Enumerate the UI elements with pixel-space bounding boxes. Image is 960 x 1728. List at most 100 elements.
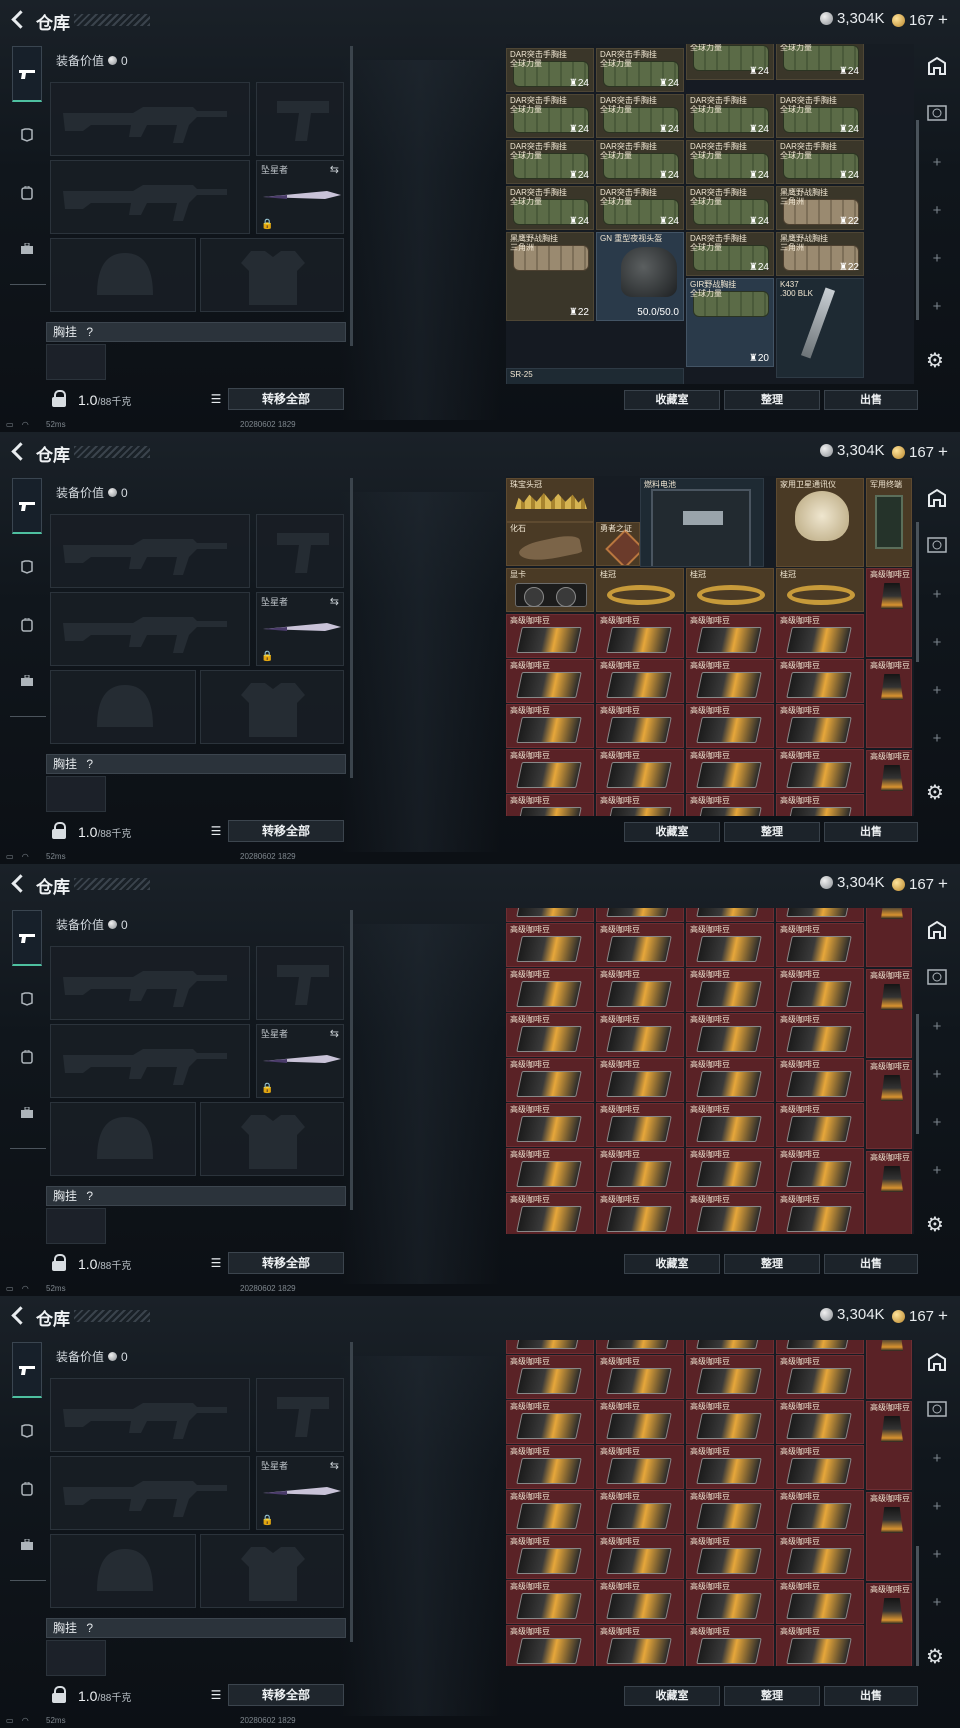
inventory-item[interactable]: 高级咖啡豆: [596, 1193, 684, 1234]
inventory-item[interactable]: 高级咖啡豆: [686, 614, 774, 658]
inventory-item[interactable]: 高级咖啡豆: [506, 1148, 594, 1192]
inventory-item[interactable]: DAR突击手胸挂 全球力量♜24: [506, 140, 594, 184]
settings-gear-icon[interactable]: ⚙: [922, 1644, 948, 1670]
inventory-item[interactable]: 高级咖啡豆: [776, 1355, 864, 1399]
gold-currency[interactable]: 167 +: [892, 1306, 948, 1326]
inventory-item[interactable]: 高级咖啡豆: [506, 1013, 594, 1057]
transfer-all-button[interactable]: 转移全部: [228, 1252, 344, 1274]
inventory-scrollbar[interactable]: [916, 522, 919, 662]
backpack-tab[interactable]: [12, 1042, 42, 1072]
inventory-item[interactable]: 高级咖啡豆: [506, 1625, 594, 1666]
inventory-item[interactable]: 高级咖啡豆: [776, 1625, 864, 1666]
toolbox-tab[interactable]: [12, 234, 42, 264]
inventory-item[interactable]: 高级咖啡豆: [686, 1625, 774, 1666]
inventory-item[interactable]: 高级咖啡豆: [866, 1151, 912, 1234]
inventory-item[interactable]: 高级咖啡豆: [686, 1490, 774, 1534]
inventory-item[interactable]: 高级咖啡豆: [506, 968, 594, 1012]
inventory-item[interactable]: 桂冠: [686, 568, 774, 612]
helmet-slot[interactable]: [50, 1534, 196, 1608]
back-arrow-icon[interactable]: [8, 1305, 30, 1327]
weapon-tab[interactable]: [12, 478, 42, 534]
inventory-item[interactable]: 高级咖啡豆: [776, 1148, 864, 1192]
knife-slot[interactable]: 坠星者 ⇆ 🔒: [256, 160, 344, 234]
body-armor-slot[interactable]: [200, 670, 344, 744]
inventory-item[interactable]: K437 .300 BLK: [776, 278, 864, 378]
backpack-tab[interactable]: [12, 610, 42, 640]
inventory-item[interactable]: 高级咖啡豆: [776, 1013, 864, 1057]
inventory-item[interactable]: DAR突击手胸挂 全球力量♜24: [596, 94, 684, 138]
inventory-item[interactable]: 高级咖啡豆: [686, 1355, 774, 1399]
secondary-weapon-slot[interactable]: [50, 160, 250, 234]
add-currency-icon[interactable]: +: [938, 1306, 948, 1326]
inventory-item[interactable]: 高级咖啡豆: [596, 1535, 684, 1579]
sell-button[interactable]: 出售: [824, 1254, 918, 1274]
warehouse-main-icon[interactable]: [926, 1352, 948, 1374]
inventory-item[interactable]: 高级咖啡豆: [596, 908, 684, 922]
add-currency-icon[interactable]: +: [938, 874, 948, 894]
collection-room-button[interactable]: 收藏室: [624, 822, 720, 842]
inventory-item[interactable]: 燃料电池: [640, 478, 764, 567]
inventory-item[interactable]: DAR突击手胸挂 全球力量♜24: [686, 94, 774, 138]
inventory-item[interactable]: 高级咖啡豆: [776, 923, 864, 967]
equipment-scrollbar[interactable]: [350, 46, 353, 346]
add-warehouse-icon[interactable]: +: [926, 1544, 948, 1566]
inventory-item[interactable]: 高级咖啡豆: [506, 1580, 594, 1624]
inventory-item[interactable]: DAR突击手胸挂 全球力量♜24: [686, 186, 774, 230]
primary-weapon-slot[interactable]: [50, 946, 250, 1020]
inventory-item[interactable]: 高级咖啡豆: [596, 794, 684, 816]
backpack-tab[interactable]: [12, 1474, 42, 1504]
body-armor-slot[interactable]: [200, 1534, 344, 1608]
warehouse-secondary-icon[interactable]: [926, 536, 948, 558]
inventory-item[interactable]: 高级咖啡豆: [686, 794, 774, 816]
back-arrow-icon[interactable]: [8, 873, 30, 895]
add-warehouse-icon[interactable]: +: [926, 248, 948, 270]
add-warehouse-icon[interactable]: +: [926, 1016, 948, 1038]
chest-rig-help-icon[interactable]: ?: [86, 1189, 93, 1203]
add-warehouse-icon[interactable]: +: [926, 1448, 948, 1470]
chest-rig-help-icon[interactable]: ?: [86, 325, 93, 339]
knife-slot[interactable]: 坠星者 ⇆ 🔒: [256, 592, 344, 666]
inventory-scrollbar[interactable]: [916, 1546, 919, 1666]
inventory-item[interactable]: 高级咖啡豆: [686, 1340, 774, 1354]
inventory-item[interactable]: 高级咖啡豆: [776, 1103, 864, 1147]
armor-tab[interactable]: [12, 984, 42, 1014]
gold-currency[interactable]: 167 +: [892, 10, 948, 30]
equipment-scrollbar[interactable]: [350, 1342, 353, 1642]
helmet-slot[interactable]: [50, 1102, 196, 1176]
inventory-item[interactable]: GIR野战胸挂 全球力量 ♜20: [686, 278, 774, 367]
inventory-item[interactable]: 高级咖啡豆: [596, 1103, 684, 1147]
add-warehouse-icon[interactable]: +: [926, 1160, 948, 1182]
inventory-item[interactable]: 高级咖啡豆: [866, 750, 912, 816]
inventory-item[interactable]: 高级咖啡豆: [866, 659, 912, 748]
inventory-item[interactable]: 高级咖啡豆: [506, 1193, 594, 1234]
inventory-item[interactable]: 高级咖啡豆: [596, 1625, 684, 1666]
inventory-item[interactable]: 高级咖啡豆: [776, 968, 864, 1012]
inventory-item[interactable]: 高级咖啡豆: [506, 1535, 594, 1579]
inventory-item[interactable]: 高级咖啡豆: [596, 1355, 684, 1399]
add-warehouse-icon[interactable]: +: [926, 152, 948, 174]
inventory-item[interactable]: 高级咖啡豆: [686, 1400, 774, 1444]
back-arrow-icon[interactable]: [8, 9, 30, 31]
inventory-item[interactable]: 高级咖啡豆: [866, 1583, 912, 1666]
inventory-item[interactable]: 桂冠: [596, 568, 684, 612]
primary-weapon-slot[interactable]: [50, 514, 250, 588]
inventory-item[interactable]: 高级咖啡豆: [776, 1580, 864, 1624]
chest-rig-slot[interactable]: [46, 344, 106, 380]
inventory-item[interactable]: SR-25: [506, 368, 684, 384]
warehouse-main-icon[interactable]: [926, 488, 948, 510]
transfer-all-button[interactable]: 转移全部: [228, 1684, 344, 1706]
inventory-item[interactable]: 高级咖啡豆: [596, 923, 684, 967]
sort-button[interactable]: 整理: [724, 390, 820, 410]
lock-icon[interactable]: [52, 1686, 66, 1704]
inventory-item[interactable]: 高级咖啡豆: [776, 1490, 864, 1534]
inventory-item[interactable]: 高级咖啡豆: [596, 1400, 684, 1444]
chest-rig-help-icon[interactable]: ?: [86, 757, 93, 771]
sort-button[interactable]: 整理: [724, 1254, 820, 1274]
armor-tab[interactable]: [12, 1416, 42, 1446]
settings-gear-icon[interactable]: ⚙: [922, 780, 948, 806]
inventory-item[interactable]: DAR突击手胸挂 全球力量♜24: [776, 94, 864, 138]
chest-rig-slot[interactable]: [46, 776, 106, 812]
weapon-tab[interactable]: [12, 46, 42, 102]
chest-rig-slot[interactable]: [46, 1640, 106, 1676]
inventory-item[interactable]: 军用终端: [866, 478, 912, 567]
